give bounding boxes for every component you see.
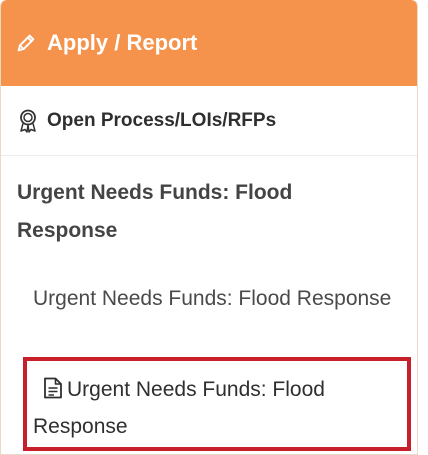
award-icon (17, 109, 39, 133)
pencil-icon (15, 32, 37, 54)
document-label: Urgent Needs Funds: Flood Response (33, 378, 325, 438)
section-heading: Open Process/LOIs/RFPs (1, 86, 417, 156)
fund-sub-item-link[interactable]: Urgent Needs Funds: Flood Response (33, 280, 403, 317)
fund-document-link[interactable]: Urgent Needs Funds: Flood Response (23, 357, 411, 451)
fund-title-link[interactable]: Urgent Needs Funds: Flood Response (17, 174, 397, 250)
document-icon (43, 374, 63, 399)
section-title: Open Process/LOIs/RFPs (47, 109, 277, 131)
apply-report-panel: Apply / Report Open Process/LOIs/RFPs Ur… (0, 0, 418, 455)
apply-report-header[interactable]: Apply / Report (1, 0, 417, 86)
header-title: Apply / Report (47, 30, 198, 55)
